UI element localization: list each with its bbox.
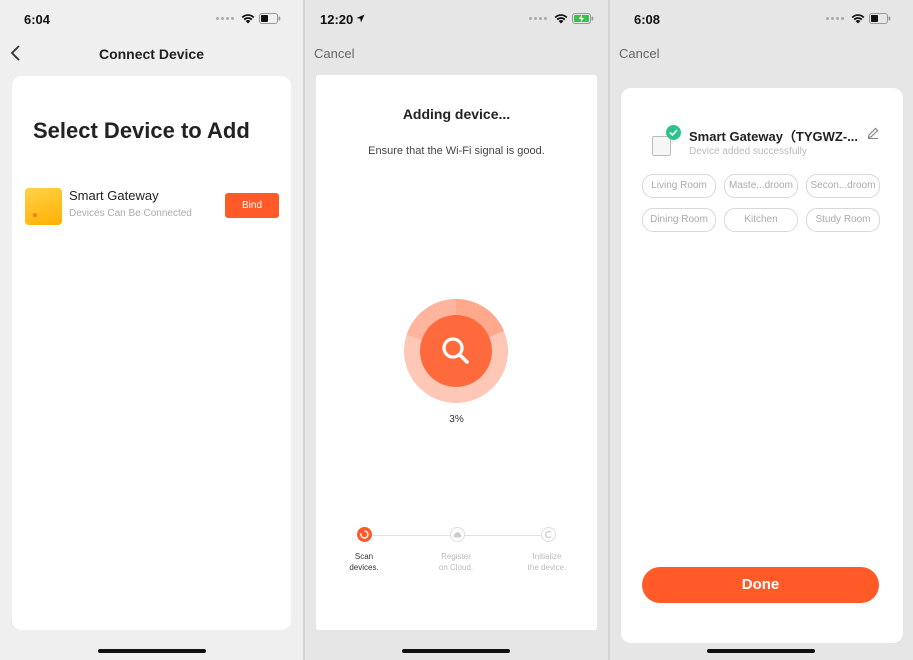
status-bar: 12:20	[305, 10, 608, 28]
room-chip-kitchen[interactable]: Kitchen	[724, 208, 798, 232]
device-list-card: Select Device to Add Smart Gateway Devic…	[12, 76, 291, 630]
step-scan-icon	[357, 527, 372, 542]
status-bar: 6:04	[0, 10, 303, 28]
progress-percent: 3%	[449, 414, 464, 425]
initialize-icon	[541, 527, 556, 542]
gateway-thumbnail-icon	[652, 136, 671, 156]
signal-dots-icon	[216, 17, 234, 20]
cloud-icon	[450, 527, 465, 542]
select-device-heading: Select Device to Add	[33, 118, 250, 143]
cancel-button[interactable]: Cancel	[314, 46, 354, 61]
success-check-icon	[666, 125, 681, 140]
room-chip-master-bedroom[interactable]: Maste...droom	[724, 174, 798, 198]
status-time: 6:04	[24, 12, 51, 27]
room-chip-second-bedroom[interactable]: Secon...droom	[806, 174, 880, 198]
done-button[interactable]: Done	[642, 567, 879, 603]
cancel-button[interactable]: Cancel	[619, 46, 659, 61]
status-bar: 6:08	[610, 10, 913, 28]
battery-charging-icon	[572, 13, 594, 24]
status-time: 12:20	[320, 12, 354, 27]
device-subtitle: Devices Can Be Connected	[69, 208, 192, 219]
room-chip-living-room[interactable]: Living Room	[642, 174, 716, 198]
screen-adding-device: 12:20 Cancel Adding device... Ensure tha…	[305, 0, 608, 660]
battery-icon	[869, 13, 891, 24]
gateway-device-icon	[25, 188, 62, 225]
status-time: 6:08	[634, 12, 661, 27]
step-label-register: Register on Cloud.	[438, 552, 474, 572]
signal-dots-icon	[529, 17, 547, 20]
progress-card: Adding device... Ensure that the Wi-Fi s…	[316, 75, 597, 630]
wifi-icon	[851, 14, 865, 24]
room-chip-study-room[interactable]: Study Room	[806, 208, 880, 232]
signal-dots-icon	[826, 17, 844, 20]
wifi-icon	[554, 14, 568, 24]
edit-pencil-icon[interactable]	[867, 127, 879, 139]
step-label-scan: Scan devices.	[349, 552, 379, 572]
screen-device-added: 6:08 Cancel Smart Gateway（TYGWZ-... Devi…	[610, 0, 913, 660]
room-chip-dining-room[interactable]: Dining Room	[642, 208, 716, 232]
device-status: Device added successfully	[689, 146, 807, 157]
home-indicator[interactable]	[98, 649, 206, 653]
scanning-search-icon	[404, 299, 508, 403]
device-name: Smart Gateway（TYGWZ-...	[689, 129, 859, 144]
screen-connect-device: 6:04 Connect Device Select Device to Add…	[0, 0, 303, 660]
page-title: Connect Device	[98, 46, 205, 62]
home-indicator[interactable]	[707, 649, 815, 653]
device-added-card: Smart Gateway（TYGWZ-... Device added suc…	[621, 88, 903, 643]
location-arrow-icon	[356, 14, 365, 23]
device-name: Smart Gateway	[69, 188, 159, 203]
wifi-hint-text: Ensure that the Wi-Fi signal is good.	[368, 145, 545, 157]
adding-device-title: Adding device...	[402, 106, 511, 122]
home-indicator[interactable]	[402, 649, 510, 653]
step-label-initialize: Initialize the device.	[527, 552, 567, 572]
battery-icon	[259, 13, 281, 24]
bind-button[interactable]: Bind	[225, 193, 279, 218]
wifi-icon	[241, 14, 255, 24]
